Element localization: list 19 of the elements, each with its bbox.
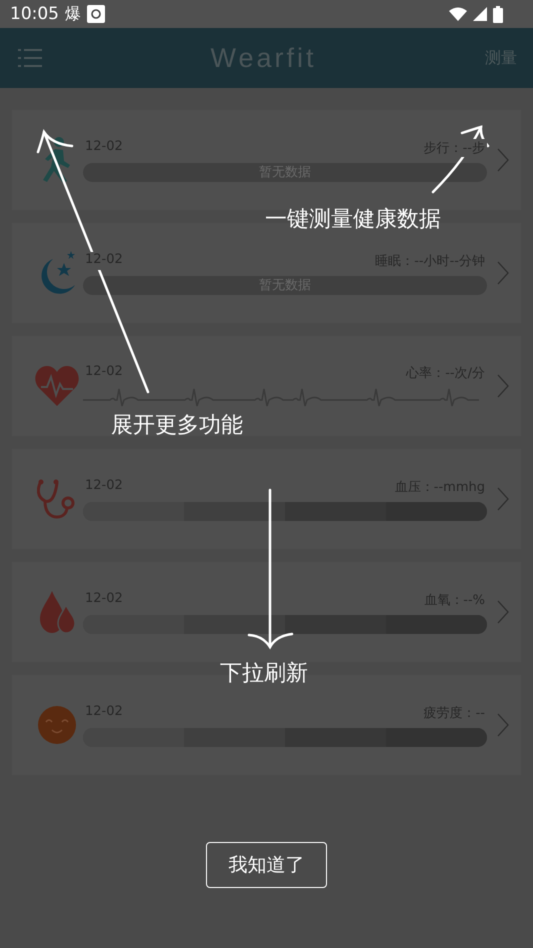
chevron-right-icon (497, 261, 509, 285)
app-notification-icon (87, 5, 105, 23)
chevron-right-icon (497, 487, 509, 511)
menu-icon[interactable] (18, 49, 42, 67)
stethoscope-icon (36, 479, 76, 519)
chevron-right-icon (497, 713, 509, 737)
walking-person-icon (42, 137, 72, 183)
blood-drops-icon (38, 591, 76, 633)
chevron-right-icon (497, 374, 509, 398)
status-time: 10:05 (10, 4, 59, 24)
chevron-right-icon (497, 148, 509, 172)
notification-glyph: 爆 (65, 4, 81, 24)
heart-pulse-icon (34, 366, 78, 406)
signal-icon (473, 7, 487, 21)
wifi-icon (449, 7, 467, 21)
battery-icon (493, 6, 503, 22)
smiley-face-icon (38, 706, 76, 744)
got-it-button[interactable]: 我知道了 (206, 842, 327, 888)
chevron-right-icon (497, 600, 509, 624)
